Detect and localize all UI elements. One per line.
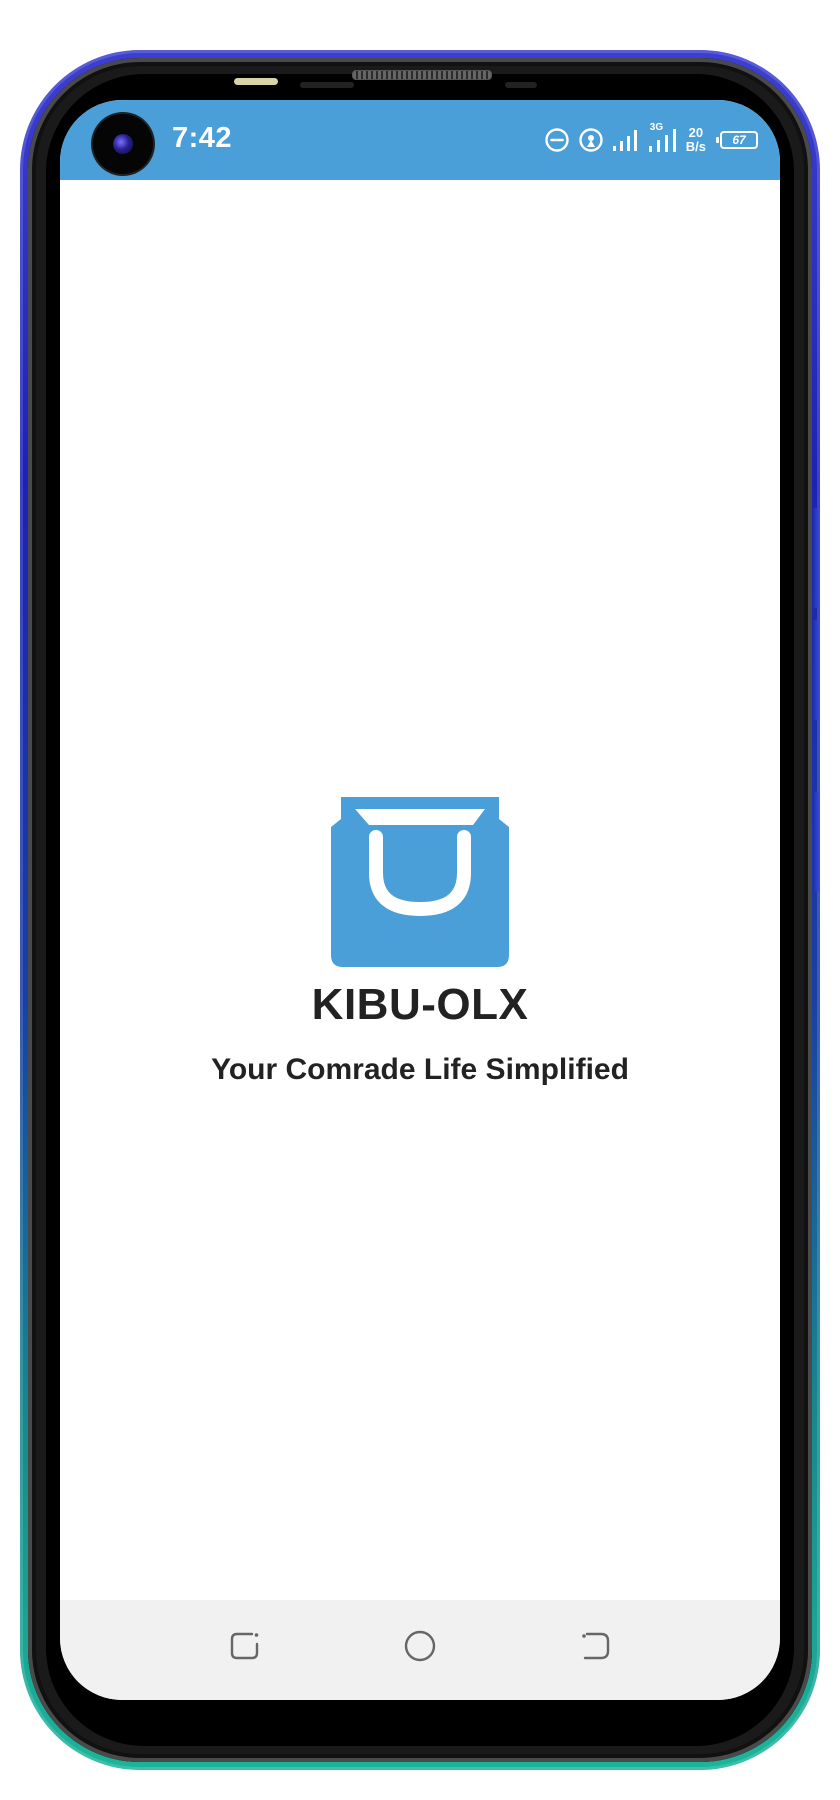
app-title: KIBU-OLX bbox=[311, 980, 529, 1029]
camera-lens bbox=[113, 134, 133, 154]
proximity-sensor bbox=[234, 78, 278, 85]
earpiece-speaker bbox=[352, 70, 492, 80]
side-button bbox=[813, 508, 820, 608]
phone-screen: 7:42 3G 20 B/s 67 KIBU-OLX Your Comrade … bbox=[60, 100, 780, 1700]
status-time: 7:42 bbox=[172, 122, 233, 154]
network-speed-value: 20 bbox=[688, 125, 704, 140]
menu-button[interactable] bbox=[223, 1626, 267, 1670]
back-icon bbox=[579, 1629, 613, 1668]
do-not-disturb-icon bbox=[544, 127, 570, 153]
shopping-bag-icon bbox=[329, 797, 511, 967]
back-button[interactable] bbox=[574, 1626, 618, 1670]
battery-level: 67 bbox=[716, 131, 758, 149]
front-camera bbox=[93, 114, 153, 174]
sensor bbox=[505, 82, 537, 88]
network-type-label: 3G bbox=[649, 122, 664, 133]
network-speed-unit: B/s bbox=[685, 139, 706, 154]
signal-icon bbox=[612, 128, 640, 152]
home-icon bbox=[403, 1629, 437, 1668]
splash-screen: KIBU-OLX Your Comrade Life Simplified bbox=[60, 180, 780, 1600]
sensor bbox=[300, 82, 354, 88]
signal-3g-icon: 3G bbox=[648, 122, 678, 154]
app-tagline: Your Comrade Life Simplified bbox=[211, 1053, 629, 1086]
status-bar: 7:42 3G 20 B/s 67 bbox=[60, 100, 780, 180]
status-icons: 3G 20 B/s 67 bbox=[544, 120, 758, 160]
hotspot-icon bbox=[578, 127, 604, 153]
menu-icon bbox=[228, 1629, 262, 1668]
side-button bbox=[813, 792, 820, 892]
home-button[interactable] bbox=[398, 1626, 442, 1670]
navigation-bar bbox=[60, 1600, 780, 1700]
network-speed: 20 B/s bbox=[686, 126, 706, 154]
battery-icon: 67 bbox=[716, 131, 758, 149]
side-button bbox=[813, 620, 820, 720]
